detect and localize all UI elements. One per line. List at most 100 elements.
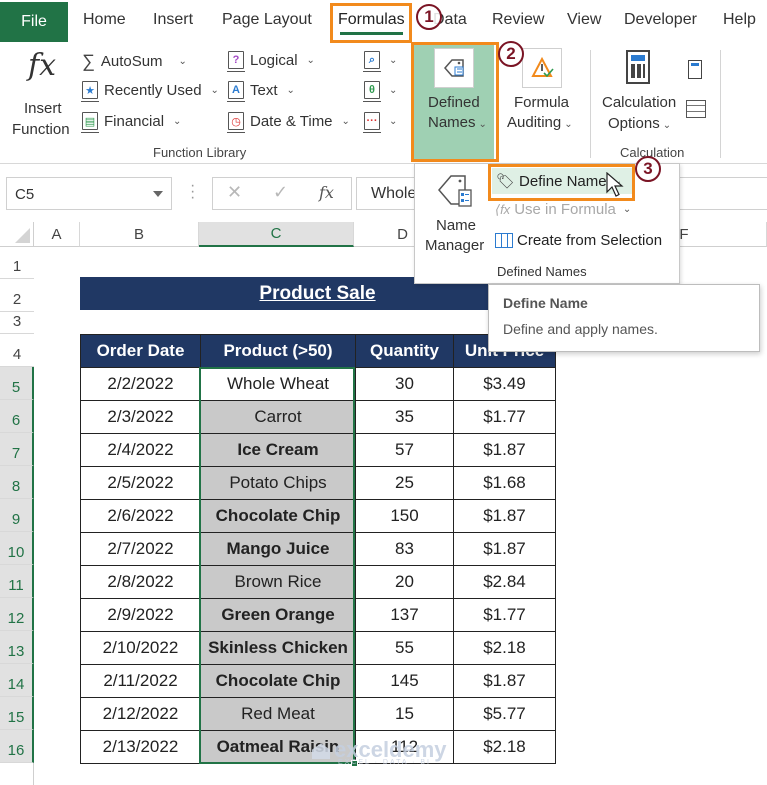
- cell-product[interactable]: Chocolate Chip: [200, 499, 356, 533]
- cell-order-date[interactable]: 2/3/2022: [80, 400, 201, 434]
- cell-product[interactable]: Green Orange: [200, 598, 356, 632]
- cell-quantity[interactable]: 25: [355, 466, 454, 500]
- cell-order-date[interactable]: 2/2/2022: [80, 367, 201, 401]
- cell-unit-price[interactable]: $2.18: [453, 631, 556, 665]
- tab-insert[interactable]: Insert: [153, 11, 193, 29]
- cell-quantity[interactable]: 150: [355, 499, 454, 533]
- cell-product[interactable]: Skinless Chicken: [200, 631, 356, 665]
- cell-order-date[interactable]: 2/4/2022: [80, 433, 201, 467]
- calculate-sheet-button[interactable]: [686, 100, 706, 118]
- cell-unit-price[interactable]: $3.49: [453, 367, 556, 401]
- math-trig-button[interactable]: θ ⌄: [363, 81, 397, 102]
- row-header-5[interactable]: 5: [0, 367, 34, 400]
- cell-order-date[interactable]: 2/11/2022: [80, 664, 201, 698]
- tab-page-layout[interactable]: Page Layout: [222, 11, 312, 29]
- recently-used-button[interactable]: ★ Recently Used ⌄: [81, 81, 219, 102]
- insert-function-icon[interactable]: fx: [319, 183, 334, 202]
- cell-unit-price[interactable]: $1.87: [453, 664, 556, 698]
- cell-quantity[interactable]: 30: [355, 367, 454, 401]
- cell-product[interactable]: Brown Rice: [200, 565, 356, 599]
- name-box-dropdown-icon[interactable]: [153, 191, 163, 197]
- cell-product[interactable]: Ice Cream: [200, 433, 356, 467]
- cell-unit-price[interactable]: $1.77: [453, 598, 556, 632]
- autosum-button[interactable]: ∑ AutoSum ⌄: [82, 51, 187, 72]
- tab-home[interactable]: Home: [83, 11, 126, 29]
- header-product[interactable]: Product (>50): [200, 334, 356, 368]
- cell-product[interactable]: Whole Wheat: [200, 367, 356, 401]
- cancel-icon[interactable]: ✕: [227, 182, 242, 203]
- cell-product[interactable]: Chocolate Chip: [200, 664, 356, 698]
- row-header-2[interactable]: 2: [0, 279, 34, 312]
- cell-unit-price[interactable]: $5.77: [453, 697, 556, 731]
- table-row: 2/10/2022 Skinless Chicken 55 $2.18: [80, 631, 556, 665]
- formula-bar-grip-icon[interactable]: · · ·: [190, 178, 195, 206]
- cell-order-date[interactable]: 2/6/2022: [80, 499, 201, 533]
- row-header-1[interactable]: 1: [0, 247, 34, 279]
- cell-quantity[interactable]: 55: [355, 631, 454, 665]
- tab-help[interactable]: Help: [723, 11, 756, 29]
- row-header-3[interactable]: 3: [0, 312, 34, 334]
- column-header-a[interactable]: A: [34, 222, 80, 247]
- header-quantity[interactable]: Quantity: [355, 334, 454, 368]
- header-order-date[interactable]: Order Date: [80, 334, 201, 368]
- name-manager-button[interactable]: Name Manager: [419, 168, 489, 258]
- cell-unit-price[interactable]: $1.87: [453, 499, 556, 533]
- cell-quantity[interactable]: 137: [355, 598, 454, 632]
- tab-view[interactable]: View: [567, 11, 601, 29]
- tab-file[interactable]: File: [0, 2, 68, 42]
- cell-product[interactable]: Potato Chips: [200, 466, 356, 500]
- cell-product[interactable]: Carrot: [200, 400, 356, 434]
- name-box[interactable]: C5: [6, 177, 172, 210]
- row-header-15[interactable]: 15: [0, 697, 34, 730]
- calculation-options-button[interactable]: Calculation Options ⌄: [600, 48, 680, 140]
- cell-order-date[interactable]: 2/12/2022: [80, 697, 201, 731]
- cell-order-date[interactable]: 2/13/2022: [80, 730, 201, 764]
- use-in-formula-menu-item[interactable]: ⟨fx Use in Formula ⌄: [495, 201, 631, 218]
- create-from-selection-menu-item[interactable]: Create from Selection: [495, 232, 662, 249]
- tab-review[interactable]: Review: [492, 11, 544, 29]
- calculate-now-button[interactable]: [688, 60, 702, 79]
- cell-order-date[interactable]: 2/7/2022: [80, 532, 201, 566]
- date-time-button[interactable]: ◷ Date & Time ⌄: [227, 112, 350, 133]
- text-button[interactable]: A Text ⌄: [227, 81, 295, 102]
- cell-quantity[interactable]: 83: [355, 532, 454, 566]
- cell-product[interactable]: Red Meat: [200, 697, 356, 731]
- row-header-9[interactable]: 9: [0, 499, 34, 532]
- cell-quantity[interactable]: 15: [355, 697, 454, 731]
- cell-quantity[interactable]: 57: [355, 433, 454, 467]
- financial-button[interactable]: ▤ Financial ⌄: [81, 112, 181, 133]
- cell-quantity[interactable]: 35: [355, 400, 454, 434]
- row-header-14[interactable]: 14: [0, 664, 34, 697]
- cell-unit-price[interactable]: $1.68: [453, 466, 556, 500]
- cell-unit-price[interactable]: $1.77: [453, 400, 556, 434]
- cell-unit-price[interactable]: $1.87: [453, 433, 556, 467]
- more-functions-button[interactable]: ··· ⌄: [363, 112, 397, 133]
- cell-order-date[interactable]: 2/8/2022: [80, 565, 201, 599]
- enter-icon[interactable]: ✓: [273, 182, 288, 203]
- column-header-b[interactable]: B: [80, 222, 199, 247]
- cell-product[interactable]: Mango Juice: [200, 532, 356, 566]
- cell-unit-price[interactable]: $2.84: [453, 565, 556, 599]
- cell-unit-price[interactable]: $2.18: [453, 730, 556, 764]
- row-header-6[interactable]: 6: [0, 400, 34, 433]
- row-header-12[interactable]: 12: [0, 598, 34, 631]
- row-header-16[interactable]: 16: [0, 730, 34, 763]
- row-header-10[interactable]: 10: [0, 532, 34, 565]
- row-header-7[interactable]: 7: [0, 433, 34, 466]
- cell-quantity[interactable]: 145: [355, 664, 454, 698]
- row-header-11[interactable]: 11: [0, 565, 34, 598]
- insert-function-button[interactable]: fx Insert Function: [8, 48, 76, 138]
- cell-order-date[interactable]: 2/9/2022: [80, 598, 201, 632]
- column-header-c[interactable]: C: [199, 222, 354, 247]
- cell-quantity[interactable]: 20: [355, 565, 454, 599]
- row-header-8[interactable]: 8: [0, 466, 34, 499]
- cell-order-date[interactable]: 2/10/2022: [80, 631, 201, 665]
- row-header-13[interactable]: 13: [0, 631, 34, 664]
- select-all-button[interactable]: [0, 222, 34, 247]
- logical-button[interactable]: ? Logical ⌄: [227, 51, 315, 72]
- row-header-4[interactable]: 4: [0, 334, 34, 367]
- tab-developer[interactable]: Developer: [624, 11, 697, 29]
- cell-unit-price[interactable]: $1.87: [453, 532, 556, 566]
- lookup-reference-button[interactable]: ⌕ ⌄: [363, 51, 397, 72]
- cell-order-date[interactable]: 2/5/2022: [80, 466, 201, 500]
